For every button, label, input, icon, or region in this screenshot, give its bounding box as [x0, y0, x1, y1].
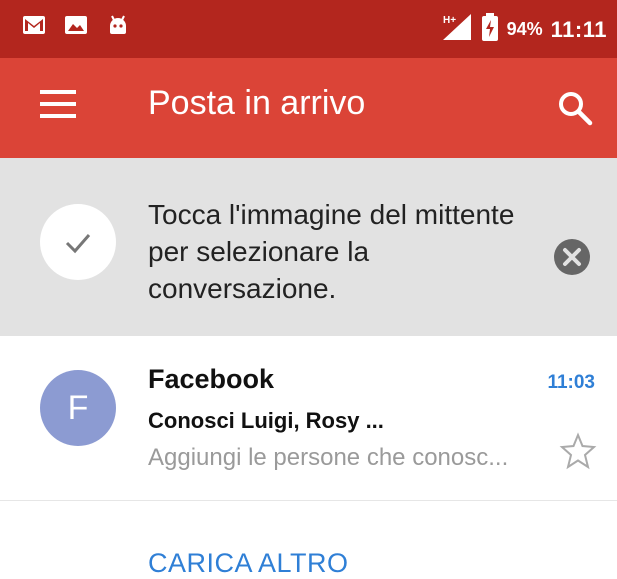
- sender-name: Facebook: [148, 364, 275, 394]
- selection-tip-banner: Tocca l'immagine del mittente per selezi…: [0, 158, 617, 336]
- conversation-row[interactable]: F Facebook 11:03 Conosci Luigi, Rosy ...…: [0, 336, 617, 500]
- dismiss-tip-button[interactable]: [553, 238, 591, 276]
- network-signal-icon: H+: [439, 12, 473, 47]
- battery-charging-icon: [481, 13, 499, 46]
- list-divider: [0, 500, 617, 501]
- search-button[interactable]: [555, 88, 595, 128]
- android-icon: [106, 14, 130, 36]
- load-more-button[interactable]: CARICA ALTRO: [148, 548, 349, 579]
- avatar[interactable]: F: [40, 370, 116, 446]
- status-bar: H+ 94% 11:11: [0, 0, 617, 58]
- star-button[interactable]: [559, 432, 597, 470]
- image-notification-icon: [64, 14, 88, 36]
- status-notifications: [22, 14, 130, 36]
- status-indicators: H+ 94% 11:11: [439, 12, 607, 47]
- svg-text:H+: H+: [443, 15, 456, 26]
- check-icon: [40, 204, 116, 280]
- clock: 11:11: [550, 16, 607, 42]
- gmail-notification-icon: [22, 14, 46, 36]
- app-bar: Posta in arrivo: [0, 58, 617, 158]
- battery-percent: 94%: [506, 19, 543, 39]
- search-icon: [559, 92, 593, 126]
- menu-icon: [40, 90, 76, 94]
- message-snippet: Aggiungi le persone che conosc...: [148, 444, 509, 471]
- menu-button[interactable]: [40, 90, 80, 126]
- star-icon: [559, 432, 597, 470]
- tip-text: Tocca l'immagine del mittente per selezi…: [148, 199, 515, 304]
- message-subject: Conosci Luigi, Rosy ...: [148, 408, 384, 433]
- close-circle-icon: [554, 239, 590, 275]
- page-title: Posta in arrivo: [148, 84, 366, 122]
- message-time: 11:03: [547, 372, 595, 393]
